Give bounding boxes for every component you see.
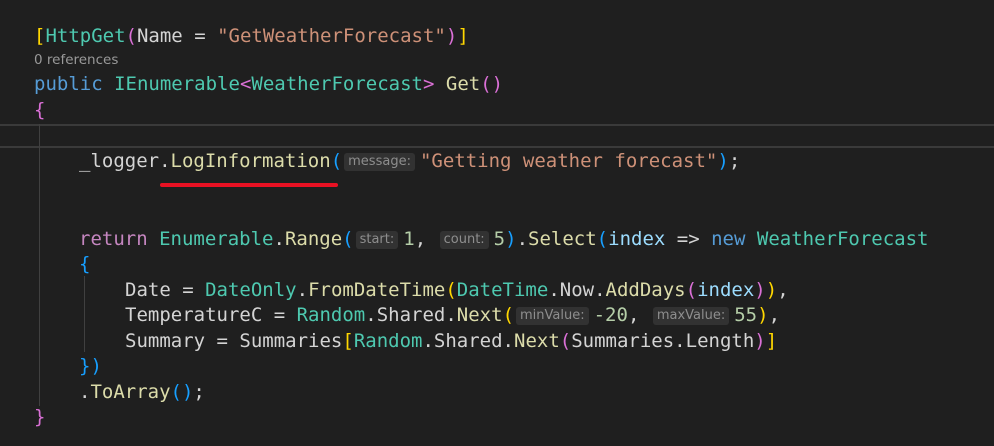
- arg-index: index: [697, 279, 755, 301]
- type-random-summary: Random: [353, 330, 423, 352]
- indent-guide: [39, 124, 40, 406]
- inlay-hint-message: message:: [344, 153, 415, 171]
- number-max-temp: 55: [734, 304, 758, 326]
- indent-guide: [84, 276, 85, 352]
- error-squiggle-icon[interactable]: [160, 183, 338, 187]
- method-select: Select: [528, 228, 597, 250]
- attribute-name: HttpGet: [45, 25, 126, 47]
- inlay-hint-count: count:: [439, 231, 489, 249]
- number-five: 5: [493, 228, 506, 250]
- codelens-references[interactable]: 0 references: [34, 51, 118, 69]
- code-line-return[interactable]: return Enumerable.Range(start: 1, count: 5…: [79, 226, 928, 252]
- code-line-method-signature[interactable]: public IEnumerable<WeatherForecast> Get(…: [34, 71, 503, 97]
- type-datetime: DateTime: [456, 279, 549, 301]
- method-next: Next: [456, 304, 503, 326]
- type-ienumerable: IEnumerable: [114, 73, 240, 95]
- inlay-hint-min-value: minValue:: [516, 307, 589, 325]
- number-min-temp: -20: [593, 304, 628, 326]
- prop-shared: Shared: [376, 304, 446, 326]
- method-log-information: LogInformation: [170, 150, 331, 172]
- keyword-public: public: [34, 73, 103, 95]
- code-line-initializer-close[interactable]: }): [79, 353, 102, 379]
- code-line-initializer-open[interactable]: {: [79, 251, 90, 277]
- field-summaries: Summaries: [239, 330, 343, 352]
- type-dateonly: DateOnly: [205, 279, 297, 301]
- keyword-return: return: [79, 228, 148, 250]
- prop-temperature-c: TemperatureC: [125, 304, 263, 326]
- method-get: Get: [445, 73, 481, 95]
- inlay-hint-max-value: maxValue:: [652, 307, 730, 325]
- method-add-days: AddDays: [605, 279, 686, 301]
- method-next-summary: Next: [514, 330, 560, 352]
- code-line-logger[interactable]: _logger.LogInformation(message: "Getting …: [79, 148, 740, 174]
- code-line-open-brace[interactable]: {: [34, 97, 45, 123]
- type-random: Random: [296, 304, 366, 326]
- code-line-close-brace[interactable]: }: [34, 404, 45, 430]
- field-summaries-arg: Summaries: [571, 330, 675, 352]
- current-line-highlight: [0, 124, 994, 148]
- prop-date: Date: [125, 279, 171, 301]
- type-weather-forecast-new: WeatherForecast: [756, 228, 929, 250]
- keyword-new: new: [711, 228, 746, 250]
- code-line-temperature[interactable]: TemperatureC = Random.Shared.Next(minVal…: [125, 302, 780, 328]
- type-weather-forecast: WeatherForecast: [251, 73, 423, 95]
- logger-field: _logger: [79, 150, 160, 172]
- code-line-to-array[interactable]: .ToArray();: [79, 379, 205, 405]
- param-index: index: [608, 228, 666, 250]
- number-one: 1: [403, 228, 415, 250]
- code-line-summary[interactable]: Summary = Summaries[Random.Shared.Next(S…: [125, 328, 777, 354]
- method-range: Range: [284, 228, 343, 250]
- code-line-attribute[interactable]: [HttpGet(Name = "GetWeatherForecast")]: [34, 23, 469, 49]
- method-from-datetime: FromDateTime: [308, 279, 446, 301]
- log-message-string: "Getting weather forecast": [419, 150, 718, 172]
- type-enumerable: Enumerable: [159, 228, 274, 250]
- route-name-string: "GetWeatherForecast": [217, 25, 446, 47]
- prop-length: Length: [685, 330, 755, 352]
- prop-summary: Summary: [125, 330, 206, 352]
- prop-now: Now: [559, 279, 595, 301]
- attribute-param: Name: [136, 25, 183, 47]
- inlay-hint-start: start:: [355, 231, 399, 249]
- code-line-date[interactable]: Date = DateOnly.FromDateTime(DateTime.No…: [125, 277, 789, 303]
- method-to-array: ToArray: [90, 381, 171, 403]
- prop-shared-summary: Shared: [433, 330, 503, 352]
- code-editor[interactable]: [HttpGet(Name = "GetWeatherForecast")] 0…: [0, 0, 994, 446]
